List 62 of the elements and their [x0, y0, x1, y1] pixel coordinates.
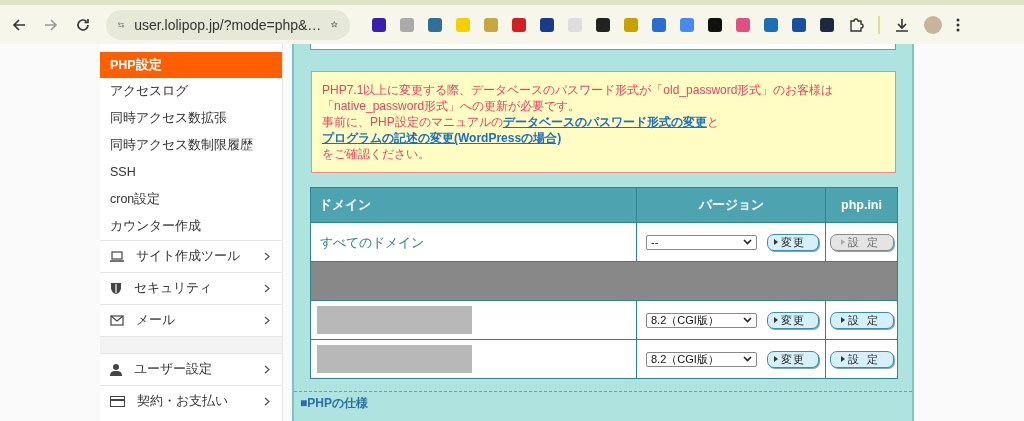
sidebar-section[interactable]: 契約・お支払い	[100, 385, 282, 417]
extension-icon[interactable]	[540, 17, 554, 32]
extension-icon[interactable]	[596, 17, 610, 32]
extension-icon[interactable]	[820, 17, 834, 32]
download-icon[interactable]	[894, 16, 910, 33]
extension-icon[interactable]	[792, 17, 806, 32]
version-select[interactable]: 8.2（CGI版）	[646, 312, 757, 328]
chevron-right-icon	[264, 252, 270, 261]
chevron-down-icon	[743, 356, 752, 362]
user-icon	[110, 363, 122, 376]
section-label: 契約・お支払い	[137, 393, 229, 410]
extension-icon[interactable]	[708, 17, 722, 32]
chevron-down-icon	[743, 317, 752, 323]
section-label: ユーザー設定	[134, 361, 213, 378]
sidebar-item[interactable]: アクセスログ	[100, 78, 282, 105]
notice-text: PHP7.1以上に変更する際、データベースのパスワード形式が「old_password形式」のお客様は「native_password形式」への更新が必要です。 事前に、PHP設定のマニュアルのデータベースのパスワード形式の変更と プログラムの記述の変更(WordPressの場合) をご確認ください。	[322, 82, 835, 162]
triangle-icon	[774, 356, 778, 362]
chevron-right-icon	[264, 365, 270, 374]
reload-icon[interactable]	[74, 17, 92, 32]
settings-button[interactable]: 設定	[829, 311, 894, 329]
sidebar-section[interactable]: ユーザー設定	[100, 353, 282, 385]
chevron-right-icon	[264, 316, 270, 325]
sidebar-section[interactable]: セキュリティ	[100, 272, 282, 304]
version-select[interactable]: 8.2（CGI版）	[646, 351, 757, 367]
section-heading: ■PHPの仕様	[300, 395, 369, 412]
sidebar-item[interactable]: カウンター作成	[100, 213, 282, 240]
triangle-icon	[840, 317, 845, 323]
section-label: メール	[136, 312, 176, 329]
url-text: user.lolipop.jp/?mode=php&…	[134, 16, 322, 33]
shield-icon	[110, 282, 122, 295]
sidebar-section[interactable]: サイト作成ツール	[100, 240, 282, 272]
back-icon[interactable]	[10, 17, 28, 32]
laptop-icon	[110, 250, 124, 263]
change-button[interactable]: 変更	[767, 311, 819, 329]
triangle-icon	[774, 239, 778, 245]
change-button[interactable]: 変更	[767, 350, 819, 368]
settings-button[interactable]: 設定	[829, 350, 894, 368]
chevron-down-icon	[743, 239, 752, 245]
extension-icon[interactable]	[372, 17, 386, 32]
section-label: セキュリティ	[134, 280, 213, 297]
triangle-icon	[840, 239, 845, 245]
manual-link[interactable]: データベースのパスワード形式の変更	[502, 115, 707, 129]
puzzle-icon[interactable]	[848, 16, 864, 33]
column-header: ドメイン	[310, 187, 637, 223]
triangle-icon	[774, 317, 778, 323]
forward-icon[interactable]	[42, 17, 60, 32]
sidebar-item[interactable]: SSH	[100, 159, 282, 186]
chevron-right-icon	[264, 284, 270, 293]
mail-icon	[110, 315, 124, 326]
triangle-icon	[840, 356, 845, 362]
section-label: サイト作成ツール	[136, 248, 241, 265]
domain-name: すべてのドメイン	[320, 235, 424, 250]
address-bar[interactable]: user.lolipop.jp/?mode=php&…	[106, 9, 350, 40]
more-icon[interactable]	[956, 17, 960, 32]
manual-link[interactable]: プログラムの記述の変更(WordPressの場合)	[322, 131, 562, 145]
column-header: バージョン	[636, 187, 826, 223]
sidebar-item[interactable]: 同時アクセス数拡張	[100, 105, 282, 132]
sidebar-item[interactable]: 同時アクセス数制限履歴	[100, 132, 282, 159]
sidebar-item[interactable]: cron設定	[100, 186, 282, 213]
column-header: php.ini	[825, 187, 898, 223]
credit-card-icon	[110, 396, 125, 407]
chevron-right-icon	[264, 397, 270, 406]
